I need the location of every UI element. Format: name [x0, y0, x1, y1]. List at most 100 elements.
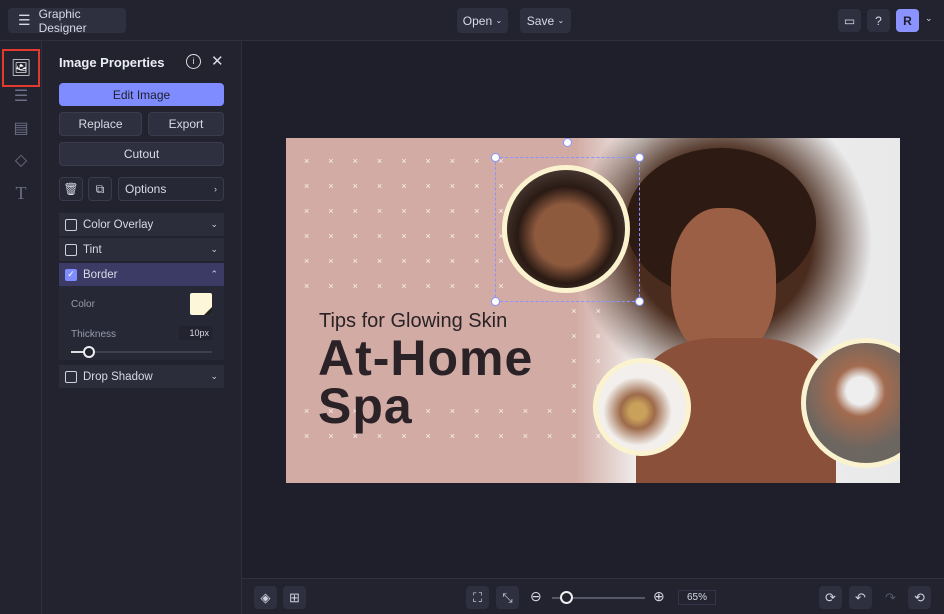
refresh-icon: ⟳ [825, 589, 836, 605]
refresh-button[interactable]: ⟳ [819, 586, 842, 609]
fit-screen-button[interactable]: ⛶ [466, 586, 489, 609]
pattern-x-mark: × [352, 281, 358, 291]
design-title[interactable]: At-Home Spa [318, 333, 533, 431]
pattern-x-mark: × [352, 206, 358, 216]
chevron-down-icon[interactable]: ⌄ [925, 13, 933, 24]
pattern-x-mark: × [595, 356, 601, 366]
pattern-x-mark: × [328, 281, 334, 291]
pattern-x-mark: × [571, 356, 577, 366]
zoom-in-icon[interactable]: ⊕ [653, 588, 665, 605]
effect-label: Color Overlay [83, 218, 154, 231]
zoom-out-icon[interactable]: ⊖ [530, 588, 542, 605]
pattern-x-mark: × [401, 181, 407, 191]
bottom-bar: ◈ ⊞ ⛶ ⤡ ⊖ ⊕ 65% ⟳ ↶ ↷ ⟲ [242, 578, 944, 614]
pattern-x-mark: × [328, 156, 334, 166]
slider-handle[interactable] [83, 346, 95, 358]
pattern-x-mark: × [328, 181, 334, 191]
grid-button[interactable]: ⊞ [283, 586, 306, 609]
pattern-x-mark: × [449, 206, 456, 216]
chevron-down-icon: ⌄ [210, 371, 218, 381]
redo-button[interactable]: ↷ [879, 586, 902, 609]
thickness-slider[interactable] [71, 346, 212, 358]
edit-image-button[interactable]: Edit Image [59, 83, 224, 106]
panel-title: Image Properties [59, 55, 165, 70]
pattern-x-mark: × [595, 331, 601, 341]
thickness-input[interactable]: 10px [179, 326, 212, 340]
top-bar: ☰ Graphic Designer Open ⌄ Save ⌄ ▭ ? R ⌄ [0, 0, 944, 41]
chevron-down-icon: ⌄ [557, 16, 565, 25]
image-tool-icon[interactable]: 🖼 [2, 49, 40, 87]
pattern-x-mark: × [522, 431, 528, 441]
help-button[interactable]: ? [867, 9, 890, 32]
zoom-level[interactable]: 65% [678, 590, 716, 605]
adjust-icon[interactable]: ☰ [9, 84, 33, 108]
app-title: Graphic Designer [38, 6, 87, 35]
layout-icon[interactable]: ▤ [9, 116, 33, 140]
chevron-up-icon: ⌃ [210, 269, 218, 279]
border-toggle[interactable]: ✓ Border ⌃ [59, 263, 224, 286]
undo-button[interactable]: ↶ [849, 586, 872, 609]
pattern-x-mark: × [401, 281, 407, 291]
balm-photo-circle[interactable] [593, 358, 691, 456]
save-label: Save [526, 13, 555, 28]
open-button[interactable]: Open ⌄ [457, 8, 508, 33]
color-overlay-toggle[interactable]: Color Overlay ⌄ [59, 213, 224, 236]
pattern-x-mark: × [304, 431, 310, 441]
close-icon[interactable]: ✕ [211, 52, 224, 70]
pattern-x-mark: × [425, 231, 431, 241]
text-icon[interactable]: T [9, 181, 33, 205]
chevron-right-icon: › [214, 184, 217, 194]
save-button[interactable]: Save ⌄ [520, 8, 571, 33]
comments-button[interactable]: ▭ [838, 9, 861, 32]
pattern-x-mark: × [352, 156, 358, 166]
menu-button[interactable]: ☰ Graphic Designer [8, 6, 126, 35]
avatar[interactable]: R [896, 9, 919, 32]
checkbox-checked[interactable]: ✓ [65, 268, 77, 281]
options-button[interactable]: Options › [118, 177, 224, 201]
export-button[interactable]: Export [148, 112, 224, 136]
shapes-icon[interactable]: ◇ [9, 148, 33, 172]
pattern-x-mark: × [474, 431, 480, 441]
drop-shadow-toggle[interactable]: Drop Shadow ⌄ [59, 365, 224, 388]
pattern-x-mark: × [571, 381, 577, 391]
pattern-x-mark: × [376, 206, 383, 216]
pattern-x-mark: × [425, 181, 431, 191]
rotate-handle[interactable] [563, 138, 572, 147]
checkbox[interactable] [65, 218, 77, 231]
pattern-x-mark: × [595, 306, 601, 316]
replace-button[interactable]: Replace [59, 112, 142, 136]
pattern-x-mark: × [352, 231, 358, 241]
history-button[interactable]: ⟲ [908, 586, 931, 609]
selection-box[interactable] [491, 138, 644, 306]
expand-icon: ⛶ [472, 589, 483, 605]
checkbox[interactable] [65, 243, 77, 256]
zoom-slider-handle[interactable] [560, 591, 573, 604]
info-icon[interactable]: i [186, 54, 201, 69]
effect-label: Border [83, 268, 118, 281]
pattern-x-mark: × [474, 256, 480, 266]
pattern-x-mark: × [449, 181, 456, 191]
duplicate-button[interactable]: ⧉ [88, 177, 112, 201]
hamburger-icon: ☰ [18, 12, 31, 28]
comment-icon: ▭ [843, 13, 856, 28]
zoom-slider[interactable] [552, 591, 645, 604]
layers-icon: ◈ [260, 589, 271, 605]
pattern-x-mark: × [449, 281, 456, 291]
delete-button[interactable]: 🗑 [59, 177, 83, 201]
thickness-label: Thickness [71, 329, 117, 340]
pattern-x-mark: × [571, 431, 577, 441]
pattern-x-mark: × [376, 231, 383, 241]
pattern-x-mark: × [474, 231, 480, 241]
cutout-button[interactable]: Cutout [59, 142, 224, 166]
color-label: Color [71, 299, 95, 310]
pattern-x-mark: × [304, 231, 310, 241]
layers-button[interactable]: ◈ [254, 586, 277, 609]
checkbox[interactable] [65, 370, 77, 383]
pattern-x-mark: × [401, 156, 407, 166]
shrink-button[interactable]: ⤡ [496, 586, 519, 609]
pattern-x-mark: × [328, 231, 334, 241]
undo-icon: ↶ [855, 589, 866, 605]
border-color-swatch[interactable] [190, 293, 212, 315]
tint-toggle[interactable]: Tint ⌄ [59, 238, 224, 261]
pattern-x-mark: × [304, 206, 310, 216]
